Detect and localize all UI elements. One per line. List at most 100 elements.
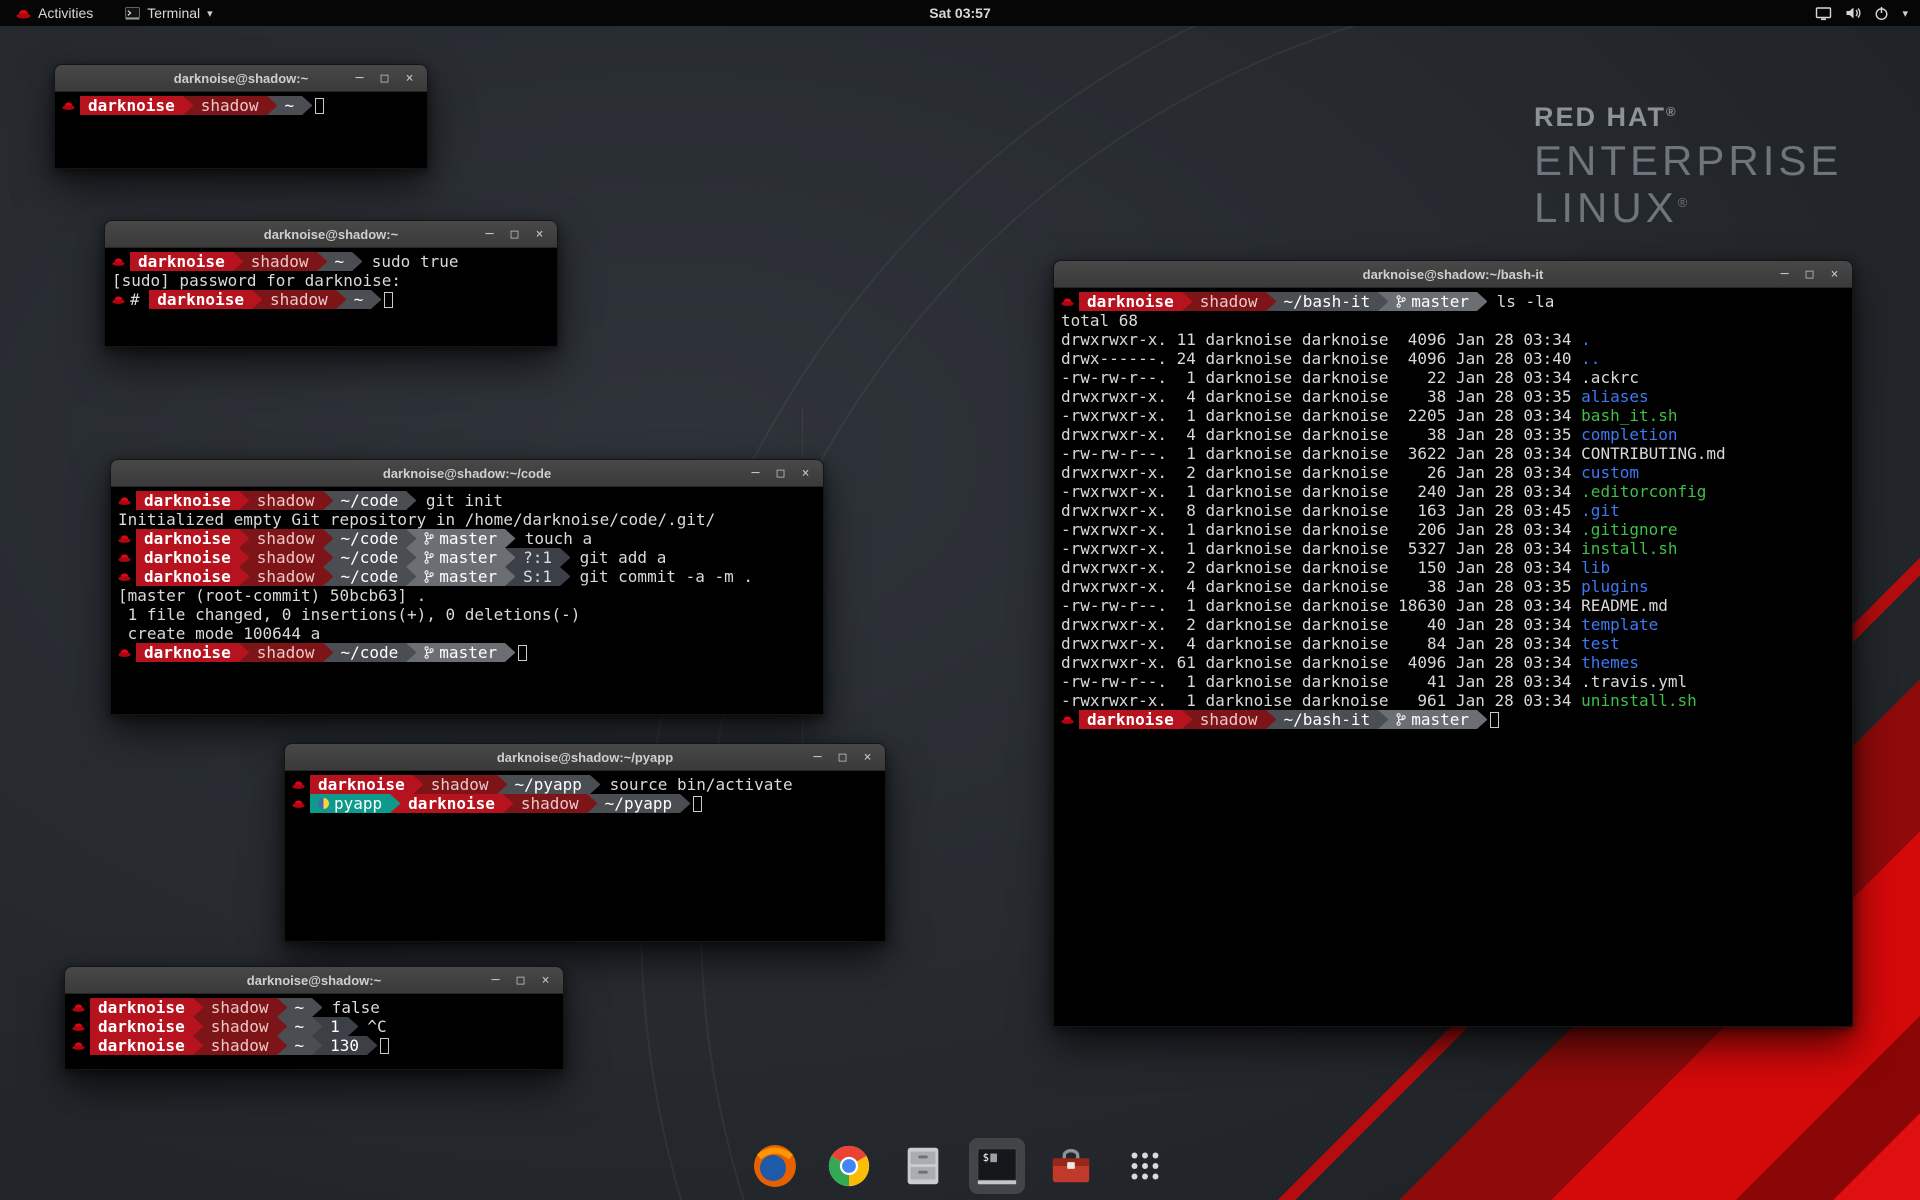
powerline-arrow-icon <box>1182 292 1192 311</box>
command-text: false <box>322 998 380 1017</box>
powerline-arrow-icon <box>323 567 333 586</box>
prompt-segment-path: ~/code <box>333 548 407 567</box>
output-text: drwxrwxr-x. 2 darknoise darknoise 26 Jan… <box>1061 463 1581 482</box>
prompt-segment-user: darknoise <box>310 775 413 794</box>
terminal-content[interactable]: darknoiseshadow~ falsedarknoiseshadow~1 … <box>65 994 563 1069</box>
registered-mark: ® <box>1666 104 1678 119</box>
output-text: [master (root-commit) 50bcb63] . <box>118 586 426 605</box>
output-text: -rwxrwxr-x. 1 darknoise darknoise 206 Ja… <box>1061 520 1581 539</box>
terminal-content[interactable]: darknoiseshadow~/code git initInitialize… <box>111 487 823 714</box>
terminal-line: darknoiseshadow~/codemasterS:1 git commi… <box>118 567 816 586</box>
titlebar[interactable]: darknoise@shadow:~/bash-it ─ □ × <box>1054 261 1852 288</box>
dock: $ <box>747 1138 1173 1194</box>
chrome-icon[interactable] <box>821 1138 877 1194</box>
terminal-content[interactable]: darknoiseshadow~/pyapp source bin/activa… <box>285 771 885 941</box>
output-text: drwxrwxr-x. 4 darknoise darknoise 38 Jan… <box>1061 387 1581 406</box>
files-icon[interactable] <box>895 1138 951 1194</box>
terminal-content[interactable]: darknoiseshadow~ sudo true[sudo] passwor… <box>105 248 557 346</box>
output-text: drwxrwxr-x. 4 darknoise darknoise 38 Jan… <box>1061 425 1581 444</box>
powerline-arrow-icon <box>680 794 690 813</box>
system-status-area[interactable]: ▾ <box>1815 0 1920 26</box>
terminal-line: drwxrwxr-x. 2 darknoise darknoise 150 Ja… <box>1061 558 1845 577</box>
titlebar[interactable]: darknoise@shadow:~/code ─ □ × <box>111 460 823 487</box>
powerline-arrow-icon <box>336 290 346 309</box>
window-title: darknoise@shadow:~/bash-it <box>1363 267 1544 282</box>
terminal-window-home-1: darknoise@shadow:~ ─ □ × darknoiseshadow… <box>54 64 428 169</box>
prompt-segment-git: master <box>416 548 505 567</box>
close-button[interactable]: × <box>527 221 552 247</box>
prompt-segment-host: shadow <box>203 1017 277 1036</box>
close-button[interactable]: × <box>1822 261 1847 287</box>
maximize-button[interactable]: □ <box>768 460 793 486</box>
minimize-button[interactable]: ─ <box>743 460 768 486</box>
app-grid-icon[interactable] <box>1117 1138 1173 1194</box>
terminal-window-home-2: darknoise@shadow:~ ─ □ × darknoiseshadow… <box>64 966 564 1070</box>
minimize-button[interactable]: ─ <box>1772 261 1797 287</box>
powerline-arrow-icon <box>497 775 507 794</box>
terminal-line: drwx------. 24 darknoise darknoise 4096 … <box>1061 349 1845 368</box>
software-icon[interactable] <box>1043 1138 1099 1194</box>
maximize-button[interactable]: □ <box>508 967 533 993</box>
titlebar[interactable]: darknoise@shadow:~ ─ □ × <box>55 65 427 92</box>
directory-name: aliases <box>1581 387 1648 406</box>
executable-name: install.sh <box>1581 539 1677 558</box>
terminal-line: darknoiseshadow~ false <box>72 998 556 1017</box>
terminal-cursor <box>384 292 393 308</box>
prompt-segment-path: ~ <box>327 252 353 271</box>
minimize-button[interactable]: ─ <box>805 744 830 770</box>
powerline-arrow-icon <box>312 1017 322 1036</box>
top-bar: Activities Terminal ▾ Sat 03:57 ▾ <box>0 0 1920 26</box>
titlebar[interactable]: darknoise@shadow:~ ─ □ × <box>65 967 563 994</box>
redhat-prompt-icon <box>112 290 125 309</box>
output-text: -rw-rw-r--. 1 darknoise darknoise 22 Jan… <box>1061 368 1581 387</box>
minimize-button[interactable]: ─ <box>477 221 502 247</box>
app-menu-terminal[interactable]: Terminal ▾ <box>119 0 218 26</box>
output-text: drwxrwxr-x. 4 darknoise darknoise 38 Jan… <box>1061 577 1581 596</box>
prompt-segment-user: darknoise <box>149 290 252 309</box>
minimize-button[interactable]: ─ <box>347 65 372 91</box>
clock[interactable]: Sat 03:57 <box>929 5 990 21</box>
close-button[interactable]: × <box>397 65 422 91</box>
maximize-button[interactable]: □ <box>372 65 397 91</box>
minimize-button[interactable]: ─ <box>483 967 508 993</box>
prompt-segment-user: darknoise <box>136 529 239 548</box>
prompt-segment-path: ~/code <box>333 491 407 510</box>
activities-button[interactable]: Activities <box>10 0 99 26</box>
prompt-segment-user: darknoise <box>80 96 183 115</box>
terminal-line: darknoiseshadow~ sudo true <box>112 252 550 271</box>
powerline-arrow-icon <box>505 529 515 548</box>
prompt-segment-host: shadow <box>243 252 317 271</box>
app-menu-label: Terminal <box>147 5 200 21</box>
command-text: ^C <box>358 1017 387 1036</box>
terminal-line: darknoiseshadow~/code git init <box>118 491 816 510</box>
terminal-icon[interactable]: $ <box>969 1138 1025 1194</box>
terminal-content[interactable]: darknoiseshadow~/bash-itmaster ls -latot… <box>1054 288 1852 1026</box>
redhat-prompt-icon <box>118 567 131 586</box>
chevron-down-icon: ▾ <box>1902 7 1908 20</box>
window-title: darknoise@shadow:~/pyapp <box>497 750 673 765</box>
prompt-segment-path: ~/pyapp <box>507 775 590 794</box>
close-button[interactable]: × <box>533 967 558 993</box>
maximize-button[interactable]: □ <box>1797 261 1822 287</box>
maximize-button[interactable]: □ <box>830 744 855 770</box>
output-text: -rw-rw-r--. 1 darknoise darknoise 18630 … <box>1061 596 1581 615</box>
output-text: CONTRIBUTING.md <box>1581 444 1726 463</box>
close-button[interactable]: × <box>855 744 880 770</box>
terminal-content[interactable]: darknoiseshadow~ <box>55 92 427 168</box>
redhat-prompt-icon <box>118 491 131 510</box>
titlebar[interactable]: darknoise@shadow:~ ─ □ × <box>105 221 557 248</box>
rhel-wordmark: RED HAT® ENTERPRISE LINUX® <box>1534 104 1842 229</box>
firefox-icon[interactable] <box>747 1138 803 1194</box>
prompt-segment-user: darknoise <box>136 491 239 510</box>
terminal-line: # darknoiseshadow~ <box>112 290 550 309</box>
titlebar[interactable]: darknoise@shadow:~/pyapp ─ □ × <box>285 744 885 771</box>
maximize-button[interactable]: □ <box>502 221 527 247</box>
output-text: drwxrwxr-x. 8 darknoise darknoise 163 Ja… <box>1061 501 1581 520</box>
output-text: -rwxrwxr-x. 1 darknoise darknoise 2205 J… <box>1061 406 1581 425</box>
redhat-prompt-icon <box>62 96 75 115</box>
terminal-cursor <box>380 1038 389 1054</box>
close-button[interactable]: × <box>793 460 818 486</box>
redhat-prompt-icon <box>292 794 305 813</box>
window-title: darknoise@shadow:~ <box>174 71 308 86</box>
powerline-arrow-icon <box>252 290 262 309</box>
